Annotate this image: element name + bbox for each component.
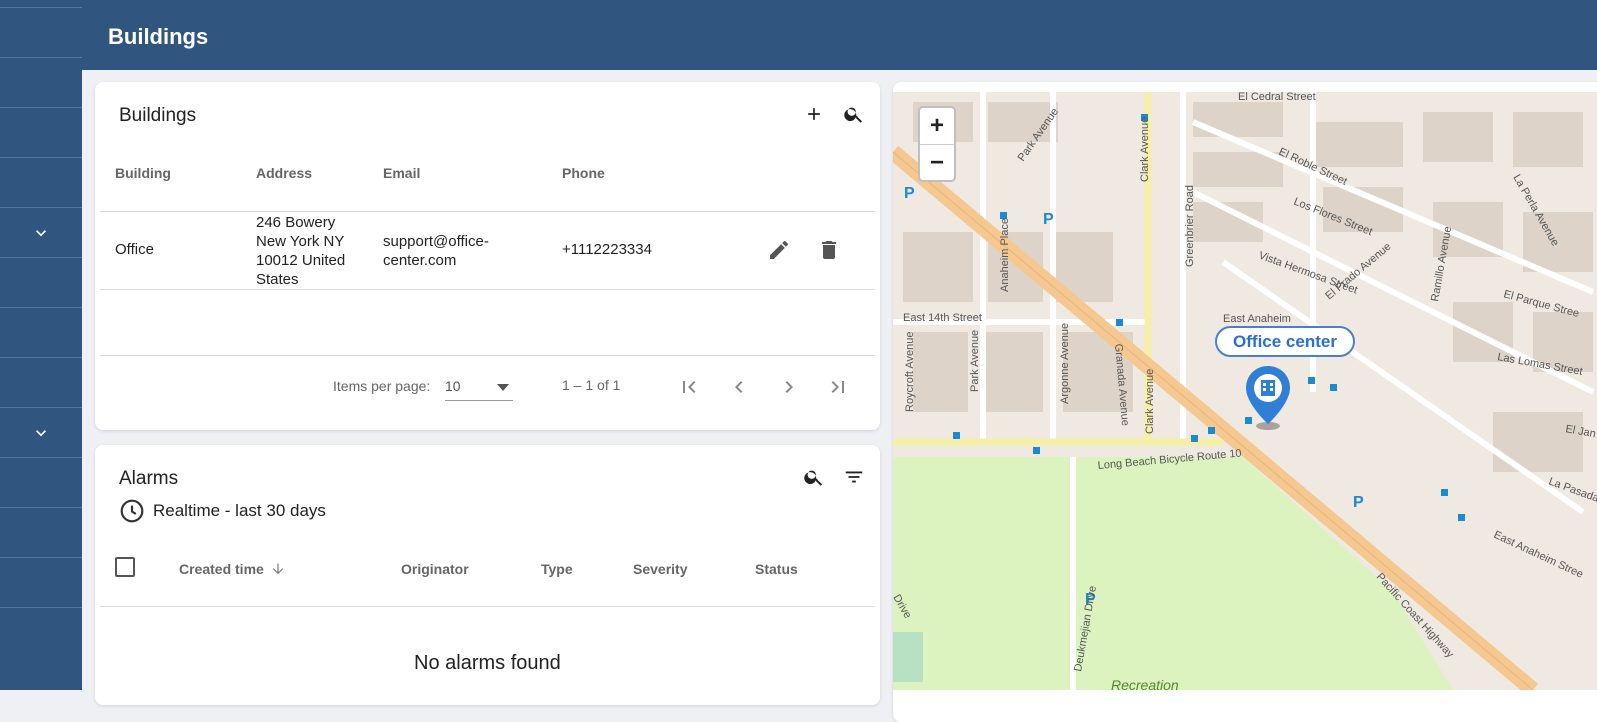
chevron-down-icon bbox=[36, 429, 46, 436]
marker-label[interactable]: Office center bbox=[1215, 326, 1355, 357]
buildings-card: Buildings Building Address Email Phone O… bbox=[95, 82, 880, 430]
map[interactable]: PP PP El Cedral Street Park Avenue Clark… bbox=[893, 92, 1597, 690]
page-size-select[interactable]: 10 bbox=[445, 372, 513, 401]
arrow-down-icon bbox=[272, 563, 284, 575]
street-label: Anaheim Place bbox=[999, 218, 1011, 292]
column-header-address[interactable]: Address bbox=[256, 165, 312, 181]
timewindow-label: Realtime - last 30 days bbox=[153, 501, 326, 520]
zoom-control: + − bbox=[918, 106, 956, 182]
chevron-left-icon bbox=[735, 381, 743, 393]
column-header-label: Created time bbox=[179, 561, 264, 577]
column-header-building[interactable]: Building bbox=[115, 165, 171, 181]
office-center-marker[interactable] bbox=[1243, 364, 1293, 432]
street-label: Clark Avenue bbox=[1139, 117, 1151, 182]
edit-button[interactable] bbox=[765, 236, 793, 264]
street-label: Argonne Avenue bbox=[1059, 323, 1071, 404]
caret-down-icon bbox=[497, 384, 509, 391]
sidebar-item[interactable] bbox=[0, 458, 82, 508]
search-icon bbox=[804, 470, 823, 486]
last-page-button[interactable] bbox=[824, 373, 852, 401]
sidebar-item[interactable] bbox=[0, 8, 82, 58]
sidebar-item[interactable] bbox=[0, 0, 82, 8]
page-title: Buildings bbox=[108, 24, 209, 49]
street-label: Clark Avenue bbox=[1144, 369, 1156, 434]
clock-icon bbox=[120, 499, 144, 523]
street-label: El Cedral Street bbox=[1238, 92, 1316, 103]
svg-text:P: P bbox=[904, 185, 915, 202]
plus-icon bbox=[808, 108, 820, 120]
column-header-originator[interactable]: Originator bbox=[401, 561, 469, 577]
zoom-out-button[interactable]: − bbox=[920, 145, 954, 181]
street-label: Roycroft Avenue bbox=[904, 331, 916, 412]
timewindow-selector[interactable]: Realtime - last 30 days bbox=[119, 498, 326, 524]
first-page-button[interactable] bbox=[675, 373, 703, 401]
column-header-severity[interactable]: Severity bbox=[633, 561, 687, 577]
svg-text:P: P bbox=[1353, 494, 1364, 511]
sidebar-item[interactable] bbox=[0, 508, 82, 558]
map-pin-icon bbox=[1246, 366, 1290, 430]
sidebar-item[interactable] bbox=[0, 58, 82, 108]
street-label: East 14th Street bbox=[903, 312, 982, 324]
zoom-in-button[interactable]: + bbox=[920, 108, 954, 145]
email-line: center.com bbox=[383, 252, 457, 269]
alarms-card-title: Alarms bbox=[119, 468, 179, 489]
cell-address: 246 Bowery New York NY 10012 United Stat… bbox=[256, 213, 366, 289]
street-label: Park Avenue bbox=[969, 330, 981, 392]
select-all-checkbox[interactable] bbox=[115, 557, 135, 577]
sidebar-item[interactable] bbox=[0, 308, 82, 358]
chevron-down-icon bbox=[36, 229, 46, 236]
cell-building: Office bbox=[115, 241, 154, 258]
column-header-created-time[interactable]: Created time bbox=[179, 561, 286, 577]
address-line: 246 Bowery bbox=[256, 214, 336, 231]
items-per-page-label: Items per page: bbox=[333, 378, 431, 394]
sidebar-item[interactable] bbox=[0, 258, 82, 308]
search-icon bbox=[844, 107, 863, 123]
empty-state-text: No alarms found bbox=[414, 652, 561, 674]
address-line: 10012 United bbox=[256, 252, 346, 269]
svg-text:P: P bbox=[1043, 211, 1054, 228]
street-label: East Anaheim bbox=[1223, 313, 1291, 325]
sidebar bbox=[0, 0, 82, 690]
last-page-icon bbox=[831, 381, 844, 393]
sidebar-item[interactable] bbox=[0, 108, 82, 158]
top-bar: Buildings bbox=[82, 0, 1597, 70]
pencil-icon bbox=[770, 241, 788, 259]
column-header-type[interactable]: Type bbox=[541, 561, 573, 577]
sidebar-item-expandable[interactable] bbox=[0, 208, 82, 258]
previous-page-button[interactable] bbox=[725, 373, 753, 401]
buildings-card-title: Buildings bbox=[119, 105, 197, 126]
email-line: support@office- bbox=[383, 233, 489, 250]
address-line: States bbox=[256, 271, 299, 288]
address-line: New York NY bbox=[256, 233, 345, 250]
trash-icon bbox=[822, 241, 836, 259]
first-page-icon bbox=[683, 381, 696, 393]
sidebar-item-expandable[interactable] bbox=[0, 408, 82, 458]
search-button[interactable] bbox=[840, 100, 868, 128]
sidebar-item[interactable] bbox=[0, 558, 82, 608]
sidebar-item[interactable] bbox=[0, 358, 82, 408]
cell-phone: +1112223334 bbox=[562, 241, 652, 258]
column-header-email[interactable]: Email bbox=[383, 165, 420, 181]
cell-email: support@office- center.com bbox=[383, 232, 489, 270]
delete-button[interactable] bbox=[815, 236, 843, 264]
chevron-right-icon bbox=[785, 381, 793, 393]
divider bbox=[100, 211, 875, 212]
divider bbox=[100, 355, 875, 356]
sidebar-item[interactable] bbox=[0, 158, 82, 208]
alarm-filter-button[interactable] bbox=[840, 463, 868, 491]
alarm-search-button[interactable] bbox=[800, 463, 828, 491]
page-range: 1 – 1 of 1 bbox=[562, 377, 621, 393]
next-page-button[interactable] bbox=[775, 373, 803, 401]
column-header-phone[interactable]: Phone bbox=[562, 165, 605, 181]
divider bbox=[100, 606, 875, 607]
divider bbox=[100, 289, 875, 290]
page-size-value: 10 bbox=[445, 378, 461, 394]
add-building-button[interactable] bbox=[800, 100, 828, 128]
street-label: Recreation bbox=[1111, 677, 1179, 690]
filter-icon bbox=[845, 471, 863, 483]
column-header-status[interactable]: Status bbox=[755, 561, 798, 577]
street-label: Greenbrier Road bbox=[1184, 185, 1196, 267]
